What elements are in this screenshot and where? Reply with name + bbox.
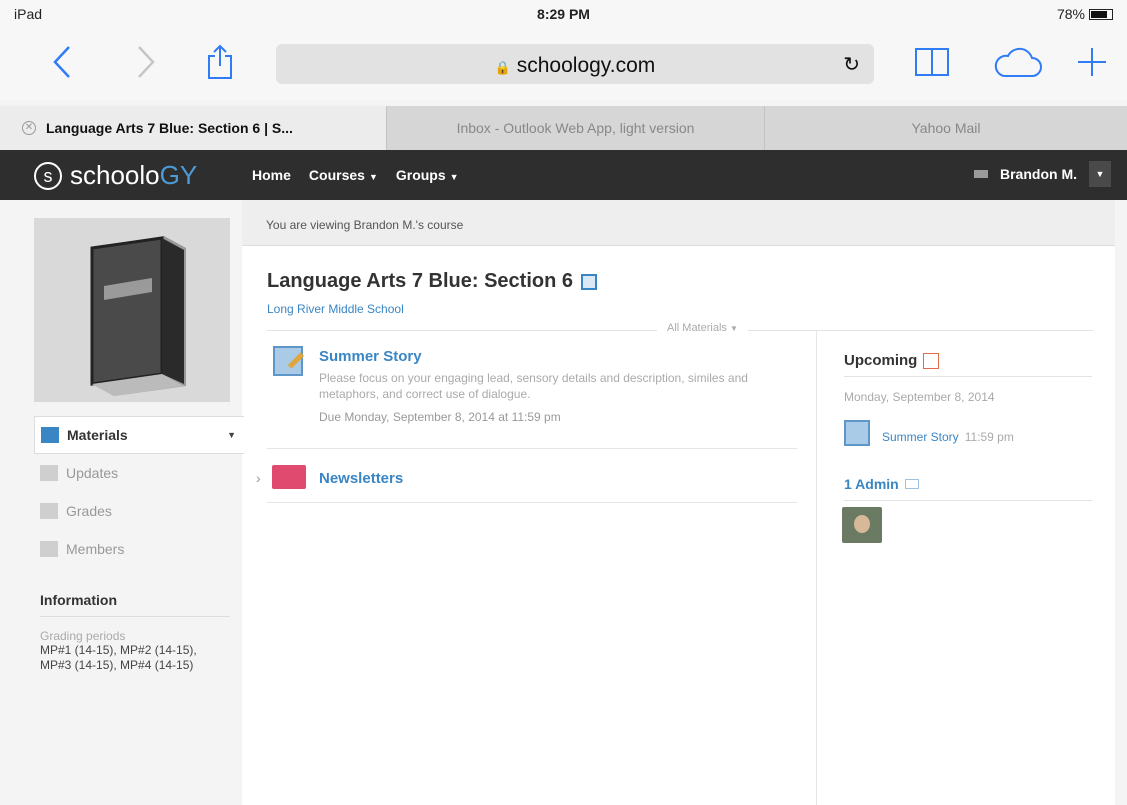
nav-groups[interactable]: Groups ▼ <box>396 167 459 183</box>
plus-icon <box>1078 48 1106 76</box>
upcoming-date: Monday, September 8, 2014 <box>844 390 995 404</box>
tab-outlook[interactable]: Inbox - Outlook Web App, light version <box>386 106 764 150</box>
battery-icon <box>1089 8 1113 20</box>
materials-filter[interactable]: All Materials ▼ <box>657 322 748 334</box>
upcoming-title: Upcoming <box>844 352 940 369</box>
nav-home[interactable]: Home <box>252 167 291 183</box>
assignment-icon <box>273 346 305 376</box>
caret-down-icon: ▼ <box>368 172 378 182</box>
menu-updates[interactable]: Updates <box>34 454 244 492</box>
cloud-tabs-button[interactable] <box>990 42 1044 82</box>
messages-icon[interactable] <box>974 170 988 178</box>
folder-newsletters[interactable]: Newsletters <box>319 470 403 487</box>
course-title: Language Arts 7 Blue: Section 6 <box>267 270 597 293</box>
clock: 8:29 PM <box>537 6 590 22</box>
address-bar[interactable]: 🔒 schoology.com ↻ <box>276 44 874 84</box>
nav-courses[interactable]: Courses ▼ <box>309 167 378 183</box>
back-button[interactable] <box>42 42 82 82</box>
user-menu: Brandon M. ▼ <box>974 161 1111 187</box>
caret-down-icon[interactable]: ▼ <box>227 430 236 440</box>
grading-periods-value: MP#1 (14-15), MP#2 (14-15), MP#3 (14-15)… <box>40 643 197 672</box>
url-text: 🔒 schoology.com <box>494 54 656 77</box>
battery-percent: 78% <box>1056 6 1085 22</box>
course-page: Materials ▼ Updates Grades Members Infor… <box>12 200 1115 805</box>
row-divider <box>267 502 797 503</box>
avatar[interactable] <box>842 507 882 543</box>
admin-divider <box>844 500 1092 501</box>
right-column-divider <box>816 330 817 805</box>
caret-down-icon: ▼ <box>729 324 738 333</box>
browser-toolbar: 🔒 schoology.com ↻ <box>0 28 1127 100</box>
calendar-icon[interactable] <box>923 352 940 369</box>
share-button[interactable] <box>200 42 240 82</box>
user-name[interactable]: Brandon M. <box>1000 166 1077 182</box>
admin-title[interactable]: 1 Admin <box>844 476 919 492</box>
folder-icon <box>272 465 306 489</box>
info-panel: Information Grading periods MP#1 (14-15)… <box>40 592 230 673</box>
school-link[interactable]: Long River Middle School <box>267 302 404 316</box>
ios-status-bar: iPad 8:29 PM 78% <box>0 0 1127 28</box>
main-nav: Home Courses ▼ Groups ▼ <box>252 167 459 183</box>
members-icon <box>40 541 58 557</box>
new-tab-button[interactable] <box>1072 42 1112 82</box>
menu-members[interactable]: Members <box>34 530 244 568</box>
forward-button[interactable] <box>126 42 166 82</box>
book-cover-icon <box>90 236 186 396</box>
info-title: Information <box>40 592 230 617</box>
chevron-right-icon <box>138 46 155 78</box>
close-tab-icon[interactable]: ✕ <box>22 121 36 135</box>
materials-icon <box>41 427 59 443</box>
row-divider <box>267 448 797 449</box>
lock-icon: 🔒 <box>494 60 511 75</box>
course-info-icon[interactable] <box>581 273 597 290</box>
grading-periods-label: Grading periods <box>40 629 126 643</box>
course-cover-image <box>34 218 230 402</box>
cloud-icon <box>994 47 1042 77</box>
left-sidebar: Materials ▼ Updates Grades Members Infor… <box>12 200 244 805</box>
schoology-logo[interactable]: s schoolo GY <box>34 160 197 191</box>
battery-status: 78% <box>1057 6 1113 22</box>
assignment-icon <box>844 420 870 446</box>
tab-yahoo-mail[interactable]: Yahoo Mail <box>764 106 1127 150</box>
book-icon <box>915 48 949 76</box>
upcoming-item[interactable]: Summer Story 11:59 pm <box>882 430 1014 444</box>
viewing-banner: You are viewing Brandon M.'s course <box>242 200 1115 246</box>
tab-language-arts[interactable]: ✕ Language Arts 7 Blue: Section 6 | S... <box>0 106 386 150</box>
user-dropdown-button[interactable]: ▼ <box>1089 161 1111 187</box>
grades-icon <box>40 503 58 519</box>
menu-materials[interactable]: Materials ▼ <box>34 416 244 454</box>
reload-icon[interactable]: ↻ <box>843 52 860 77</box>
bookmarks-button[interactable] <box>912 42 952 82</box>
updates-icon <box>40 465 58 481</box>
material-description: Please focus on your engaging lead, sens… <box>319 371 748 401</box>
material-title[interactable]: Summer Story <box>319 348 422 365</box>
tab-bar: ✕ Language Arts 7 Blue: Section 6 | S...… <box>0 106 1127 150</box>
chevron-right-icon[interactable]: › <box>256 470 261 486</box>
material-item: Summer Story Please focus on your engagi… <box>267 346 797 436</box>
share-icon <box>208 44 232 79</box>
mail-icon[interactable] <box>904 479 919 489</box>
course-menu: Materials ▼ Updates Grades Members <box>34 416 244 568</box>
menu-grades[interactable]: Grades <box>34 492 244 530</box>
app-header: s schoolo GY Home Courses ▼ Groups ▼ Brando… <box>0 150 1127 200</box>
material-due-date: Due Monday, September 8, 2014 at 11:59 p… <box>319 410 561 424</box>
chevron-left-icon <box>53 46 70 78</box>
logo-s-icon: s <box>34 161 62 190</box>
upcoming-divider <box>844 376 1092 377</box>
caret-down-icon: ▼ <box>449 172 459 182</box>
